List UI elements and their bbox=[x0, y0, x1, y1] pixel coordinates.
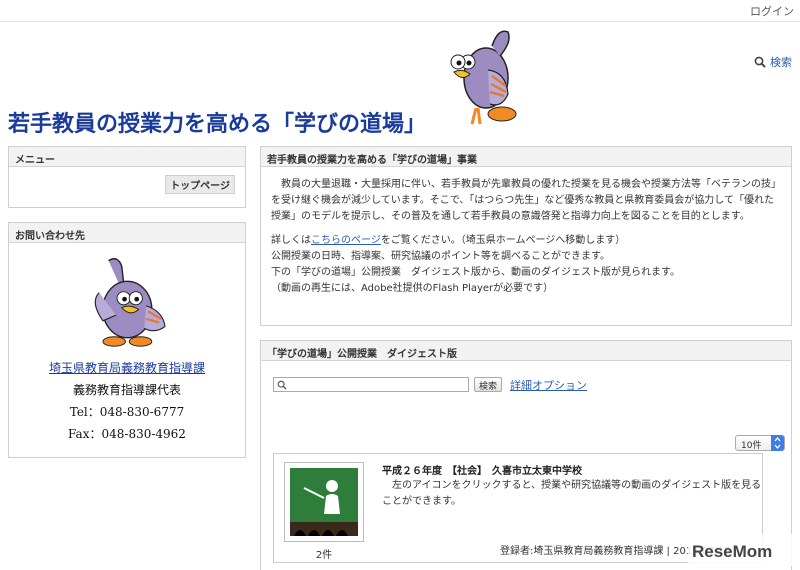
intro-line-4: （動画の再生には、Adobe社提供のFlash Playerが必要です） bbox=[271, 283, 554, 294]
digest-item-description: 左のアイコンをクリックすると、授業や研究協議等の動画のダイジェスト版を見ることが… bbox=[382, 480, 762, 507]
contact-tel: Tel：048-830-6777 bbox=[69, 405, 185, 419]
digest-item-thumbnail[interactable] bbox=[284, 462, 364, 542]
digest-item-title: 平成２６年度 【社会】 久喜市立太東中学校 bbox=[382, 466, 582, 477]
contact-representative: 義務教育指導課代表 bbox=[72, 383, 181, 397]
chevron-updown-icon bbox=[771, 435, 784, 451]
advanced-options-link[interactable]: 詳細オプション bbox=[510, 377, 587, 393]
menu-heading: メニュー bbox=[9, 147, 245, 167]
intro-paragraph: 教員の大量退職・大量採用に伴い、若手教員が先輩教員の優れた授業を見る機会や授業方… bbox=[271, 179, 781, 222]
digest-heading: 「学びの道場」公開授業 ダイジェスト版 bbox=[261, 341, 791, 361]
digest-search-input[interactable] bbox=[290, 384, 466, 397]
contact-fax: Fax：048-830-4962 bbox=[68, 427, 186, 441]
detail-page-link[interactable]: こちらのページ bbox=[311, 235, 381, 246]
search-icon bbox=[277, 380, 287, 390]
digest-item-count: 2件 bbox=[315, 550, 333, 561]
intro-heading: 若手教員の授業力を高める「学びの道場」事業 bbox=[261, 147, 791, 167]
intro-panel: 若手教員の授業力を高める「学びの道場」事業 教員の大量退職・大量採用に伴い、若手… bbox=[260, 146, 792, 326]
search-icon bbox=[754, 56, 766, 68]
per-page-select[interactable]: 10件 bbox=[735, 435, 785, 451]
resemom-watermark: ReseMom bbox=[688, 534, 796, 566]
digest-search-box bbox=[273, 377, 469, 397]
intro-detail-pre: 詳しくは bbox=[271, 235, 311, 246]
contact-department-link[interactable]: 埼玉県教育局義務教育指導課 bbox=[9, 359, 245, 376]
top-bar: ログイン bbox=[0, 0, 800, 22]
menu-item-top-page[interactable]: トップページ bbox=[165, 175, 235, 194]
site-title: 若手教員の授業力を高める「学びの道場」 bbox=[8, 111, 427, 137]
intro-line-3: 下の「学びの道場」公開授業 ダイジェスト版から、動画のダイジェスト版が見られます… bbox=[271, 267, 680, 278]
lecture-video-icon bbox=[290, 468, 358, 536]
per-page-value: 10件 bbox=[741, 441, 762, 451]
intro-detail-line: 詳しくはこちらのページをご覧ください。（埼玉県ホームページへ移動します） bbox=[271, 233, 781, 249]
site-search-link[interactable]: 検索 bbox=[754, 54, 792, 70]
login-link[interactable]: ログイン bbox=[750, 3, 794, 19]
search-label: 検索 bbox=[770, 56, 792, 69]
intro-line-2: 公開授業の日時、指導案、研究協議のポイント等を調べることができます。 bbox=[271, 251, 610, 262]
intro-detail-post: をご覧ください。（埼玉県ホームページへ移動します） bbox=[380, 235, 626, 246]
menu-panel: メニュー トップページ bbox=[8, 146, 246, 208]
digest-search-button[interactable]: 検索 bbox=[474, 377, 503, 392]
mascot-bird-pointing bbox=[94, 258, 166, 347]
mascot-bird-logo bbox=[450, 30, 517, 125]
contact-heading: お問い合わせ先 bbox=[9, 223, 245, 243]
intro-text: 教員の大量退職・大量採用に伴い、若手教員が先輩教員の優れた授業を見る機会や授業方… bbox=[261, 167, 791, 297]
contact-panel: お問い合わせ先 埼玉県教育局義務教育指導課 義務教育指導課代表 Tel：048-… bbox=[8, 222, 246, 458]
contact-info: 埼玉県教育局義務教育指導課 義務教育指導課代表 Tel：048-830-6777… bbox=[9, 359, 245, 442]
